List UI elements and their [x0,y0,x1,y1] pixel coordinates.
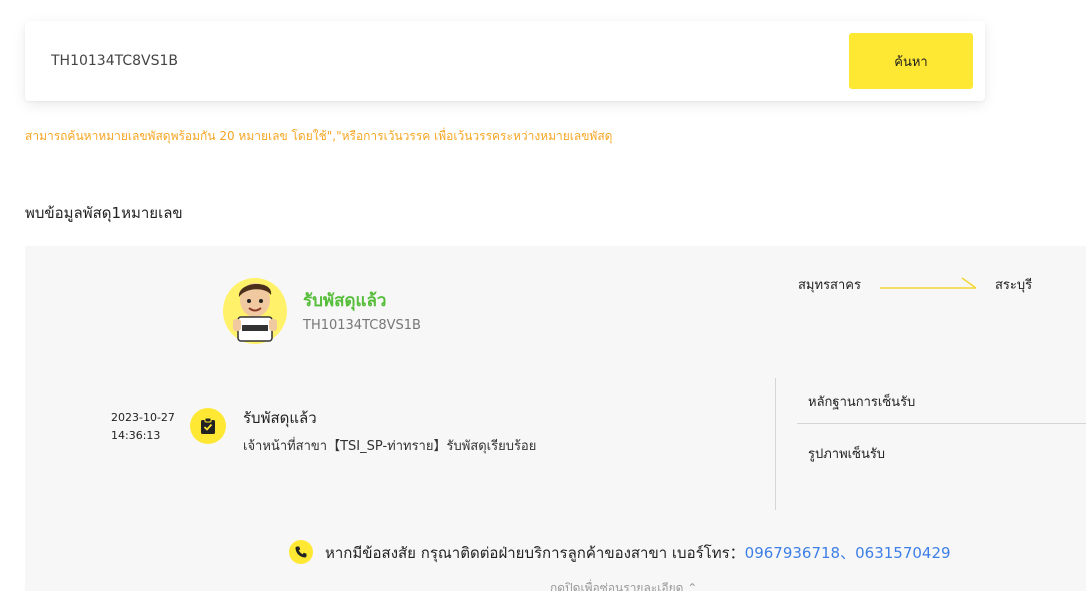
search-hint: สามารถค้นหาหมายเลขพัสดุพร้อมกัน 20 หมายเ… [25,129,613,143]
phone-number-2[interactable]: 0631570429 [855,544,950,562]
tracking-search-input[interactable] [51,49,751,73]
event-description: เจ้าหน้าที่สาขา【TSI_SP-ท่าทราย】รับพัสดุเ… [243,439,537,454]
chevron-up-icon: ⌃ [687,581,698,591]
contact-label: หากมีข้อสงสัย กรุณาติดต่อฝ่ายบริการลูกค้… [325,544,745,562]
event-date: 2023-10-27 [111,411,175,424]
event-datetime: 2023-10-27 14:36:13 [111,409,175,445]
clipboard-check-icon [190,408,226,444]
signature-photo-link[interactable]: รูปภาพเซ็นรับ [808,443,885,464]
phone-separator: 、 [840,544,856,562]
route-destination: สระบุรี [995,278,1033,293]
collapse-label: กดปิดเพื่อซ่อนรายละเอียด [550,581,684,591]
collapse-details-link[interactable]: กดปิดเพื่อซ่อนรายละเอียด ⌃ [550,579,697,591]
vertical-divider [775,378,776,510]
shipment-tracking-number: TH10134TC8VS1B [303,318,421,333]
phone-number-1[interactable]: 0967936718 [745,544,840,562]
event-time: 14:36:13 [111,429,161,442]
signature-proof-link[interactable]: หลักฐานการเซ็นรับ [808,391,915,412]
route-arrow-icon [880,277,977,289]
search-button[interactable]: ค้นหา [849,33,973,89]
shipment-status: รับพัสดุแล้ว [303,291,387,311]
contact-info: หากมีข้อสงสัย กรุณาติดต่อฝ่ายบริการลูกค้… [325,541,951,565]
result-panel: รับพัสดุแล้ว TH10134TC8VS1B สมุทรสาคร สร… [25,246,1086,591]
search-card: ค้นหา [25,21,985,101]
courier-avatar-icon [223,278,287,344]
horizontal-divider [797,423,1086,424]
event-title: รับพัสดุแล้ว [243,409,317,427]
route-origin: สมุทรสาคร [798,278,861,293]
results-count-title: พบข้อมูลพัสดุ1หมายเลข [25,204,183,222]
phone-icon [289,540,313,564]
